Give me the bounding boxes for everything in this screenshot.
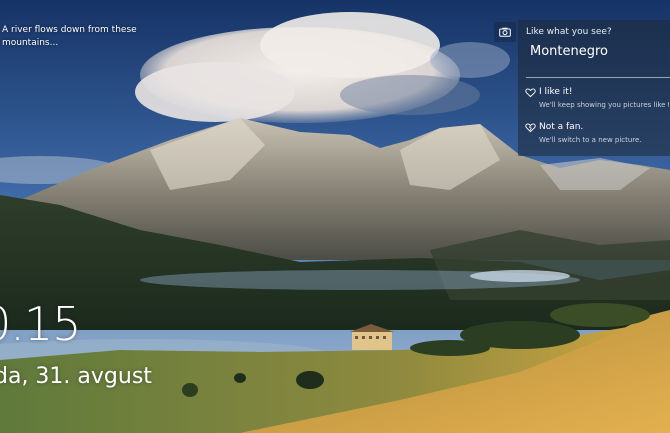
panel-divider (526, 77, 670, 78)
camera-button[interactable] (494, 22, 516, 42)
location-name: Montenegro (530, 44, 609, 59)
like-it-label: I like it! (539, 87, 573, 97)
spotlight-panel: Like what you see? Montenegro I like it!… (518, 20, 670, 156)
picture-caption: A river flows down from these mountains.… (2, 25, 137, 48)
not-a-fan-option[interactable]: Not a fan. We'll switch to a new picture… (522, 121, 668, 151)
like-it-option[interactable]: I like it! We'll keep showing you pictur… (522, 86, 669, 116)
lock-screen-date: da, 31. avgust (0, 364, 152, 389)
panel-title: Like what you see? (526, 27, 612, 37)
like-it-description: We'll keep showing you pictures like thi… (539, 101, 669, 109)
broken-heart-icon (525, 123, 536, 133)
not-a-fan-description: We'll switch to a new picture. (539, 136, 642, 144)
not-a-fan-label: Not a fan. (539, 122, 584, 132)
lock-screen-time: 0.15 (0, 297, 81, 351)
camera-icon (499, 27, 511, 37)
heart-icon (525, 88, 536, 98)
